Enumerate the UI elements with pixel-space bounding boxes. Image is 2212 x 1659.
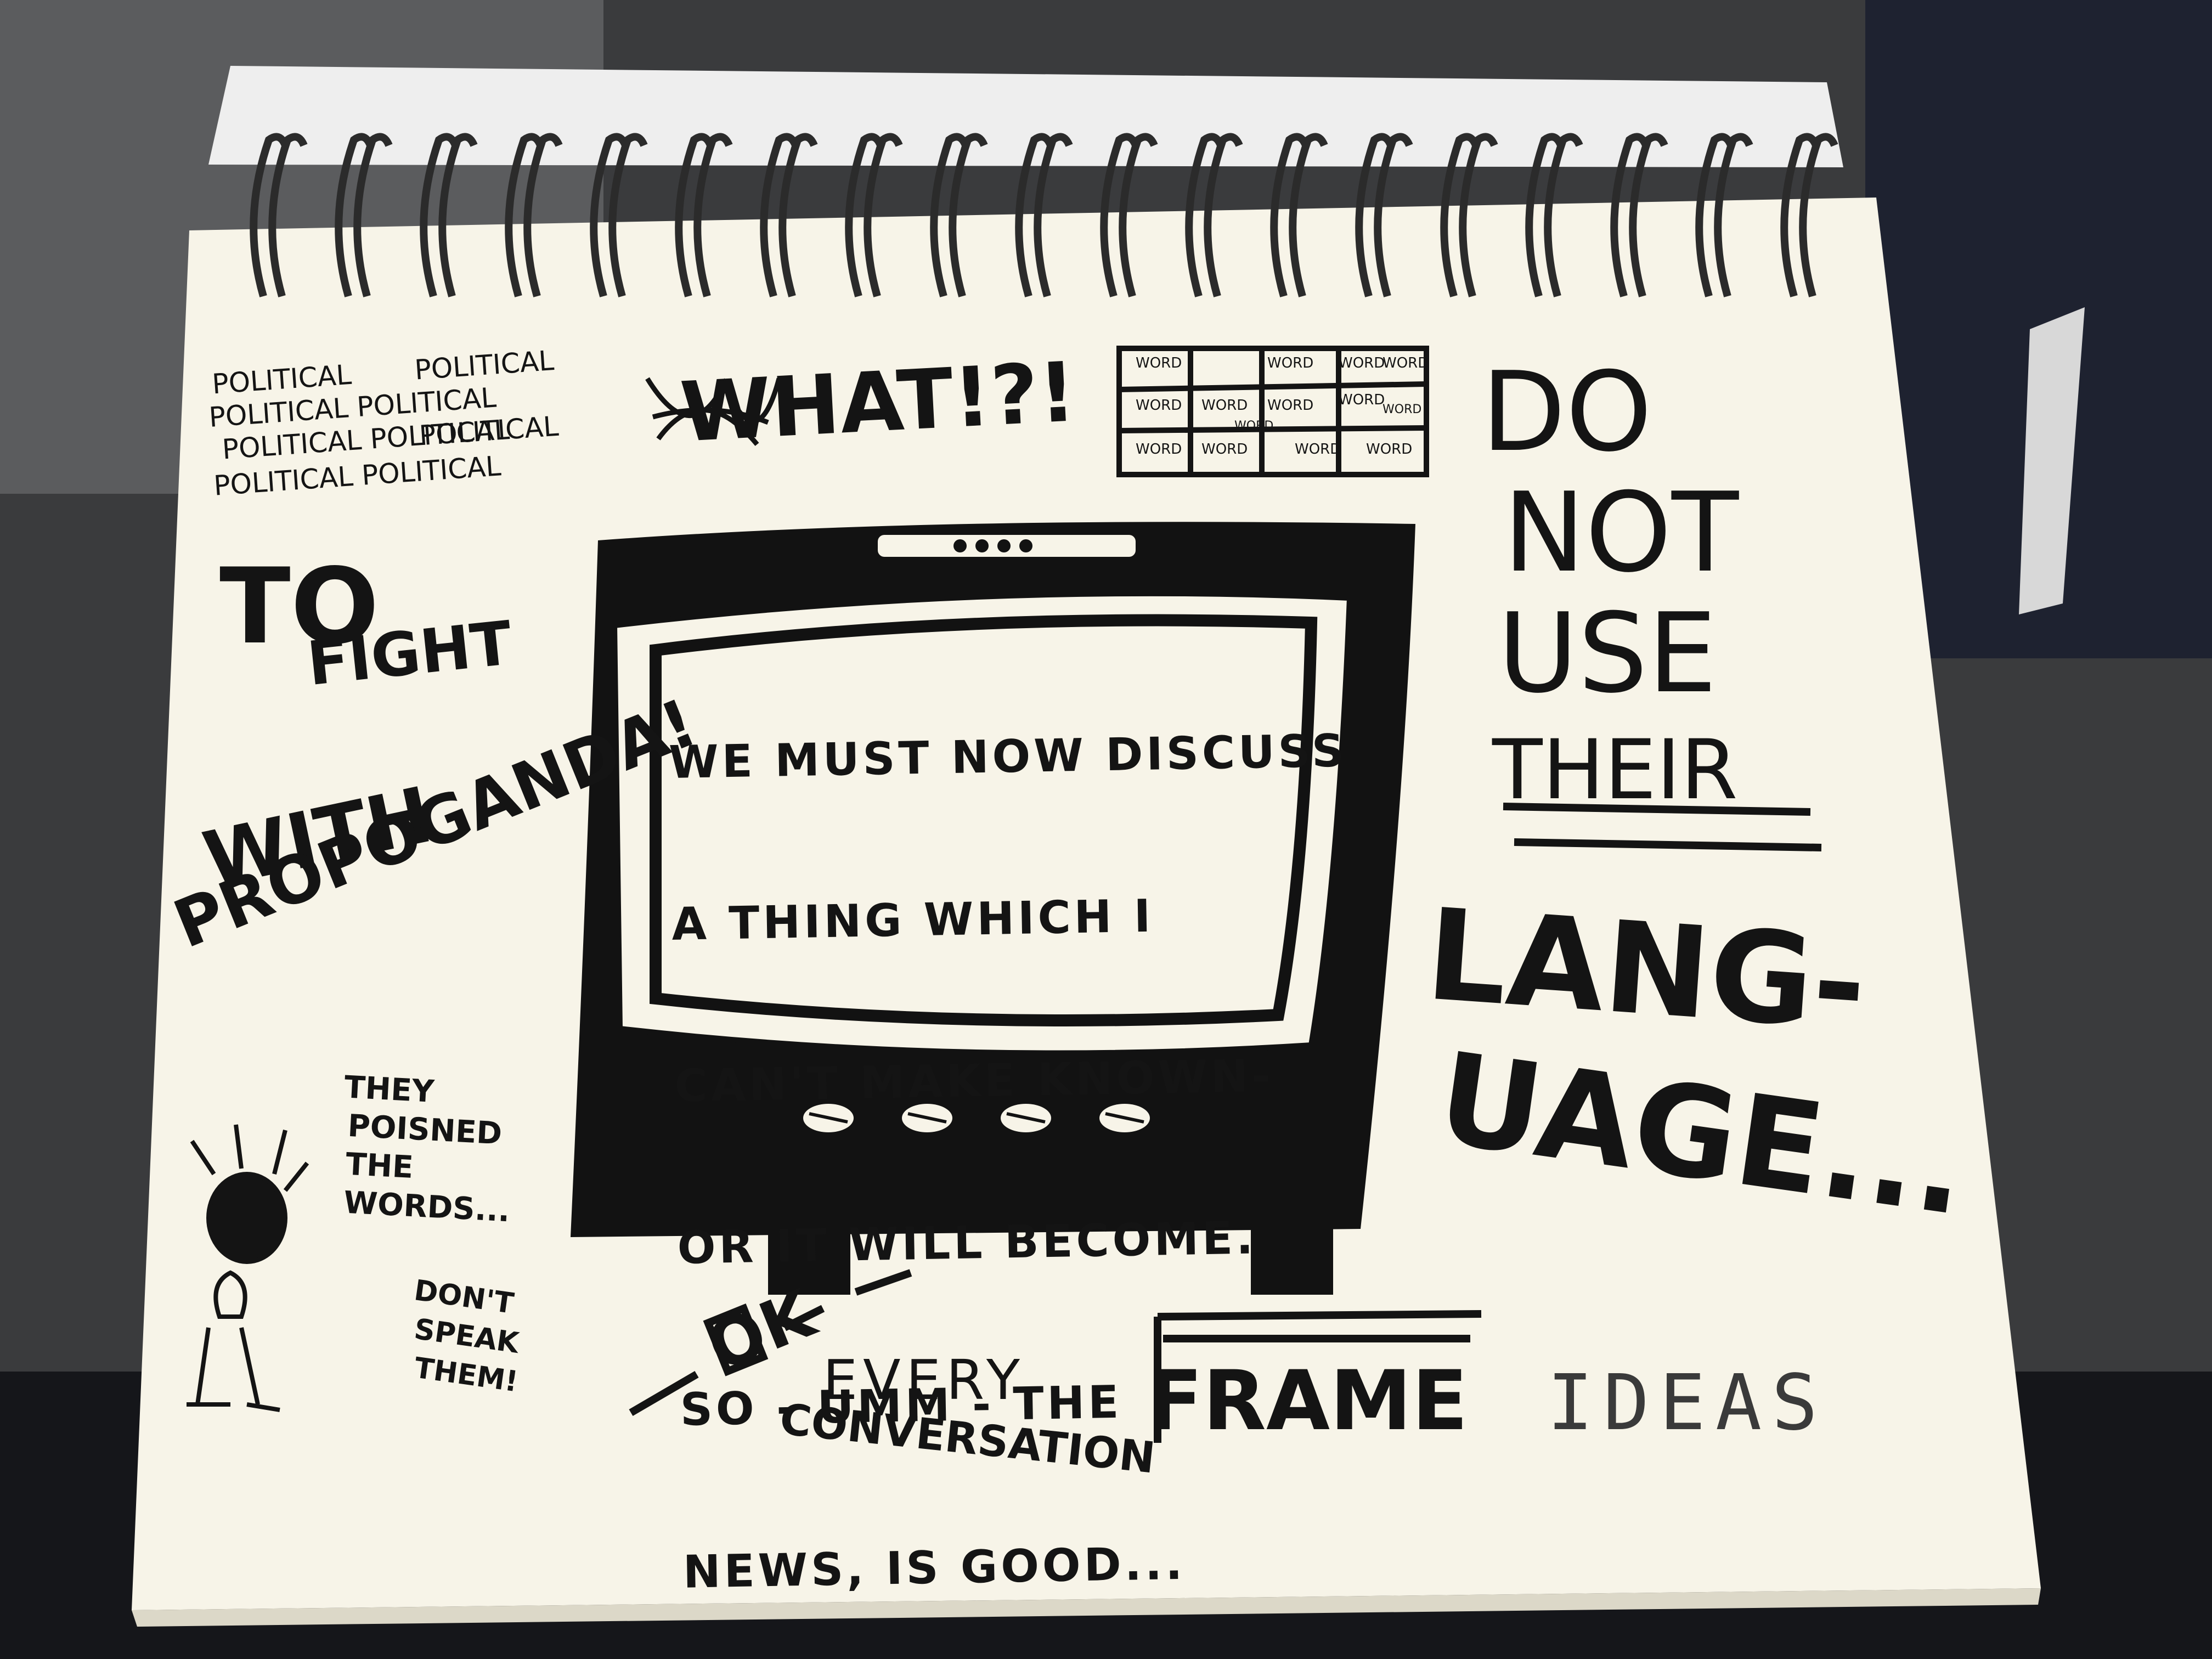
- note-line: WORDS...: [342, 1184, 511, 1229]
- note-line: POISNED: [347, 1108, 503, 1152]
- dont-speak-note: DON'T SPEAK THEM!: [397, 1274, 558, 1436]
- word-label: WORD: [1234, 419, 1274, 433]
- word-label: WORD: [1339, 355, 1385, 371]
- word-label: WORD: [1339, 392, 1385, 408]
- note-line: THE: [345, 1146, 415, 1186]
- note-line: THEY: [343, 1069, 435, 1110]
- tv-line: NEWS, IS GOOD...: [682, 1537, 1186, 1599]
- word-label: WORD: [1201, 441, 1248, 458]
- word-label: WORD: [1136, 355, 1182, 371]
- word-label: WORD: [1267, 355, 1314, 371]
- use-text: USE: [1498, 590, 1717, 718]
- word-label: WORD: [1136, 397, 1182, 414]
- tv-line: CAN'T MAKE KNOWN-: [674, 1049, 1274, 1113]
- ideas-text: IDEAS: [1547, 1358, 1828, 1448]
- tv-line: OR IT WILL BECOME.: [676, 1212, 1257, 1275]
- word-label: WORD: [1267, 397, 1314, 414]
- political-scribble: POLITICAL POLITICAL POLITICAL POLITICAL …: [206, 338, 656, 544]
- tv-line: A THING WHICH I: [671, 890, 1155, 951]
- not-text: NOT: [1503, 469, 1739, 597]
- word-label: WORD: [1136, 441, 1182, 458]
- frame-text: FRAME: [1147, 1353, 1468, 1449]
- note-line: SPEAK: [412, 1312, 521, 1360]
- word-label: WORD: [1366, 441, 1413, 458]
- word-grid-labels: WORD WORD WORD WORD WORD WORD WORD WORD …: [1125, 351, 1429, 472]
- what-exclaim: WHAT!?!: [678, 345, 1079, 461]
- word-label: WORD: [1295, 441, 1341, 458]
- note-line: THEM!: [412, 1351, 520, 1399]
- word-label: WORD: [1201, 397, 1248, 414]
- do-text: DO: [1481, 348, 1652, 476]
- their-text: THEIR: [1492, 723, 1738, 818]
- tv-line: WE MUST NOW DISCUSS: [668, 725, 1348, 789]
- tv-screen-message: WE MUST NOW DISCUSS A THING WHICH I CAN'…: [667, 617, 1348, 1654]
- word-label: WORD: [1383, 355, 1429, 371]
- word-label: WORD: [1383, 403, 1422, 416]
- poisoned-words-note: THEY POISNED THE WORDS...: [335, 1069, 531, 1266]
